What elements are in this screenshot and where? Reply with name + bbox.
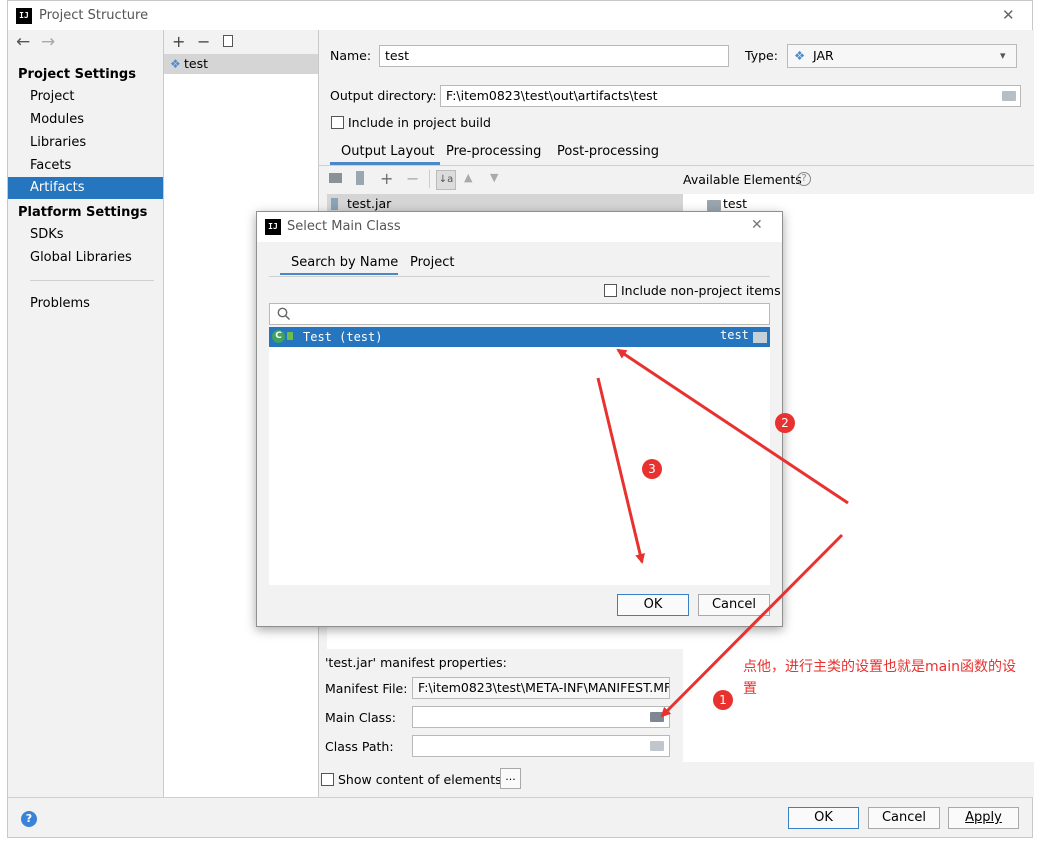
annotation-badge-1: 1	[713, 690, 733, 710]
annotation-badge-2: 2	[775, 413, 795, 433]
arrow-to-dialog-ok	[596, 377, 646, 564]
annotation-arrows	[596, 348, 849, 718]
annotation-badge-3: 3	[642, 459, 662, 479]
arrow-to-result-upper	[616, 348, 849, 505]
annotation-note: 点他，进行主类的设置也就是main函数的设置	[743, 659, 1016, 697]
